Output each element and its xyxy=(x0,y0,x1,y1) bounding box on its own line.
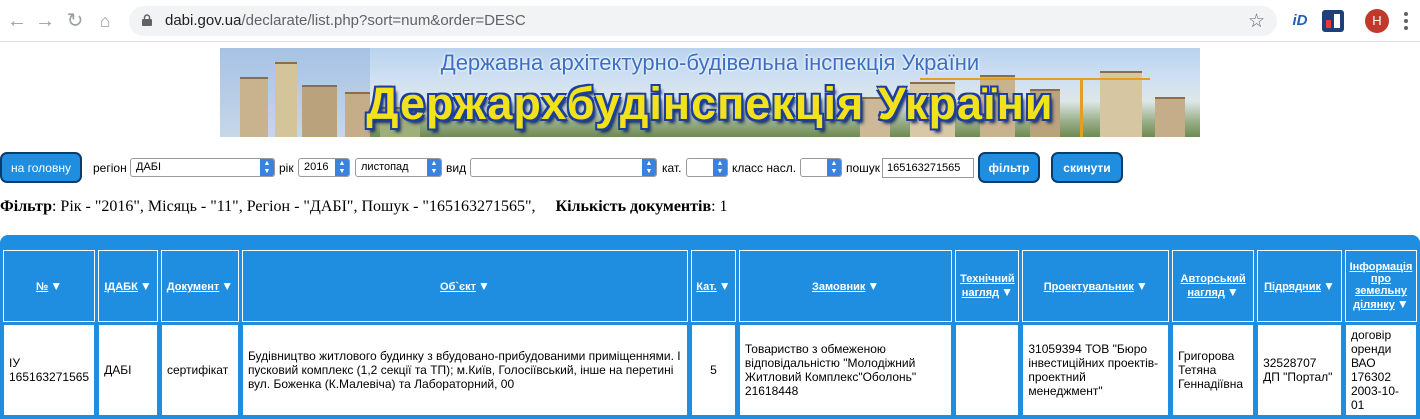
column-header-land-info[interactable]: Інформація про земельну ділянку ▼ xyxy=(1344,250,1417,322)
home-button[interactable]: на головну xyxy=(0,152,82,183)
sort-arrow-icon: ▼ xyxy=(1396,297,1409,311)
column-header-contractor[interactable]: Підрядник ▼ xyxy=(1257,250,1342,322)
sort-arrow-icon: ▼ xyxy=(221,279,234,293)
table-header-row: № ▼ ІДАБК ▼ Документ ▼ Об`єкт ▼ Кат. ▼ Замовн… xyxy=(3,250,1417,322)
sort-arrow-icon: ▼ xyxy=(1135,279,1148,293)
select-arrows-icon: ▲ ▼ xyxy=(260,159,274,176)
column-header-customer[interactable]: Замовник ▼ xyxy=(738,250,953,322)
select-arrows-icon: ▲ ▼ xyxy=(642,159,656,176)
reset-button[interactable]: скинути xyxy=(1051,152,1123,183)
document-count-label: Кількість документів xyxy=(555,198,712,215)
region-select[interactable]: ДАБІ ▲ ▼ xyxy=(130,158,275,177)
region-label: регіон xyxy=(93,161,127,175)
banner-title: Держархбудінспекція України xyxy=(366,78,1054,129)
menu-dots-icon[interactable] xyxy=(1404,12,1408,30)
forward-arrow-icon[interactable]: → xyxy=(32,8,58,34)
sort-arrow-icon: ▼ xyxy=(139,279,152,293)
sort-arrow-icon: ▼ xyxy=(1226,285,1239,299)
table-row: ІУ 165163271565 ДАБІ сертифікат Будівниц… xyxy=(3,324,1417,416)
sort-arrow-icon: ▼ xyxy=(50,279,63,293)
cell-contractor: 32528707 ДП "Портал" xyxy=(1257,324,1342,416)
profile-avatar[interactable]: H xyxy=(1365,9,1389,33)
column-header-designer[interactable]: Проектувальник ▼ xyxy=(1022,250,1170,322)
category-select[interactable]: ▲ ▼ xyxy=(686,158,728,177)
document-count-value: : 1 xyxy=(711,198,728,215)
cell-author-supervision: Григорова Тетяна Геннадіївна xyxy=(1172,324,1255,416)
extension-icon[interactable] xyxy=(1322,10,1344,32)
filter-summary: Фільтр: Рік - "2016", Місяць - "11", Рег… xyxy=(0,198,728,216)
site-banner: Державна архітектурно-будівельна інспекц… xyxy=(220,48,1200,137)
class-select[interactable]: ▲ ▼ xyxy=(800,158,842,177)
cell-idabk: ДАБІ xyxy=(98,324,158,416)
filter-summary-text: : Рік - "2016", Місяць - "11", Регіон - … xyxy=(51,198,536,215)
bookmark-star-icon[interactable]: ☆ xyxy=(1248,10,1265,33)
column-header-num[interactable]: № ▼ xyxy=(3,250,96,322)
column-header-category[interactable]: Кат. ▼ xyxy=(691,250,736,322)
sort-arrow-icon: ▼ xyxy=(478,279,490,293)
sort-arrow-icon: ▼ xyxy=(1001,285,1014,299)
cell-tech-supervision xyxy=(955,324,1020,416)
select-arrows-icon: ▲ ▼ xyxy=(713,159,727,176)
results-table: № ▼ ІДАБК ▼ Документ ▼ Об`єкт ▼ Кат. ▼ Замовн… xyxy=(0,248,1420,418)
sort-arrow-icon: ▼ xyxy=(867,279,880,293)
category-label: кат. xyxy=(662,161,682,175)
column-header-document[interactable]: Документ ▼ xyxy=(160,250,239,322)
select-arrows-icon: ▲ ▼ xyxy=(427,159,441,176)
cell-designer: 31059394 ТОВ "Бюро інвестиційних проекті… xyxy=(1022,324,1170,416)
lock-icon xyxy=(142,14,152,26)
search-label: пошук xyxy=(846,161,881,175)
cell-land-info: договір оренди ВАО 176302 2003-10-01 xyxy=(1344,324,1417,416)
column-header-object[interactable]: Об`єкт ▼ xyxy=(241,250,689,322)
banner-subtitle: Державна архітектурно-будівельна інспекц… xyxy=(440,50,980,75)
column-header-tech-supervision[interactable]: Технічний нагляд ▼ xyxy=(955,250,1020,322)
cell-customer: Товариство з обмеженою відповідальністю … xyxy=(738,324,953,416)
filter-summary-label: Фільтр xyxy=(0,198,52,215)
cell-document: сертифікат xyxy=(160,324,239,416)
browser-toolbar: ← → ↻ ⌂ dabi.gov.ua/declarate/list.php?s… xyxy=(0,0,1420,42)
class-label: класс насл. xyxy=(732,161,797,175)
filter-bar: на головну регіон ДАБІ ▲ ▼ рік 2016 ▲ ▼ лист… xyxy=(0,152,1420,184)
select-arrows-icon: ▲ ▼ xyxy=(335,159,349,176)
search-input[interactable]: 165163271565 xyxy=(882,158,974,178)
year-label: рік xyxy=(279,161,294,175)
column-header-idabk[interactable]: ІДАБК ▼ xyxy=(98,250,158,322)
cell-category: 5 xyxy=(691,324,736,416)
reload-icon[interactable]: ↻ xyxy=(62,8,88,34)
url-text: dabi.gov.ua/declarate/list.php?sort=num&… xyxy=(165,12,526,29)
column-header-author-supervision[interactable]: Авторський нагляд ▼ xyxy=(1172,250,1255,322)
home-icon[interactable]: ⌂ xyxy=(92,8,118,34)
results-table-container: № ▼ ІДАБК ▼ Документ ▼ Об`єкт ▼ Кат. ▼ Замовн… xyxy=(0,235,1420,419)
sort-arrow-icon: ▼ xyxy=(1322,279,1335,293)
cell-num: ІУ 165163271565 xyxy=(3,324,96,416)
select-arrows-icon: ▲ ▼ xyxy=(827,159,841,176)
sort-arrow-icon: ▼ xyxy=(718,279,731,293)
address-bar[interactable]: dabi.gov.ua/declarate/list.php?sort=num&… xyxy=(129,6,1277,36)
month-select[interactable]: листопад ▲ ▼ xyxy=(355,158,442,177)
type-label: вид xyxy=(446,161,467,175)
type-select[interactable]: ▲ ▼ xyxy=(470,158,657,177)
year-select[interactable]: 2016 ▲ ▼ xyxy=(298,158,350,177)
filter-button[interactable]: фільтр xyxy=(978,152,1040,183)
cell-object: Будівництво житлового будинку з вбудован… xyxy=(241,324,689,416)
id-extension-icon[interactable]: iD xyxy=(1289,10,1311,32)
back-arrow-icon[interactable]: ← xyxy=(4,8,30,34)
